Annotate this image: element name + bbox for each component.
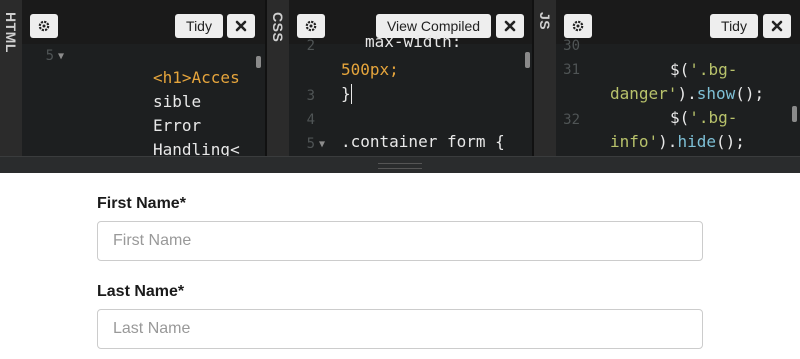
gear-icon bbox=[38, 20, 50, 32]
close-icon bbox=[771, 20, 783, 32]
code-line: Error bbox=[153, 116, 202, 135]
first-name-input[interactable] bbox=[97, 221, 703, 261]
css-pane: CSS View Compiled 2 max-width: 500px; 3 … bbox=[267, 0, 532, 156]
close-icon bbox=[235, 20, 247, 32]
css-scrollbar[interactable] bbox=[525, 52, 530, 68]
line-number: 5 bbox=[45, 48, 54, 64]
line-number: 4 bbox=[306, 112, 315, 128]
js-pane: JS Tidy 30 31 $('.bg- danger').show(); 3… bbox=[534, 0, 800, 156]
css-close-button[interactable] bbox=[496, 14, 524, 38]
gear-icon bbox=[572, 20, 584, 32]
code-line: max-width: bbox=[365, 32, 462, 51]
code-line: <h1>Acces bbox=[153, 68, 240, 87]
html-pane: HTML Tidy 5 ▼ <h1>Acces sible Error Hand… bbox=[0, 0, 265, 156]
html-tidy-button[interactable]: Tidy bbox=[175, 14, 223, 38]
code-line: sible bbox=[153, 92, 202, 111]
code-editor-area: HTML Tidy 5 ▼ <h1>Acces sible Error Hand… bbox=[0, 0, 800, 173]
fold-arrow-icon[interactable]: ▼ bbox=[319, 139, 325, 150]
line-number: 5 bbox=[306, 136, 315, 152]
close-icon bbox=[504, 20, 516, 32]
code-line: $('.bg- bbox=[670, 60, 738, 79]
code-line: info').hide(); bbox=[610, 132, 745, 151]
code-line: 500px; bbox=[341, 60, 399, 79]
css-code-area[interactable]: 2 max-width: 500px; 3 } 4 5 ▼ .container… bbox=[289, 32, 532, 156]
first-name-label: First Name* bbox=[97, 195, 186, 212]
code-line: } bbox=[341, 84, 351, 103]
gear-icon bbox=[305, 20, 317, 32]
js-pane-label[interactable]: JS bbox=[534, 0, 556, 156]
html-code-area[interactable]: 5 ▼ <h1>Acces sible Error Handling< bbox=[22, 44, 265, 156]
last-name-label: Last Name* bbox=[97, 283, 185, 300]
js-pane-toolbar: Tidy bbox=[556, 0, 800, 44]
html-pane-label[interactable]: HTML bbox=[0, 0, 22, 156]
line-number: 3 bbox=[306, 88, 315, 104]
css-settings-button[interactable] bbox=[297, 14, 325, 38]
html-pane-toolbar: Tidy bbox=[22, 0, 265, 44]
text-cursor bbox=[351, 84, 352, 104]
code-line: .container form { bbox=[341, 132, 505, 151]
js-settings-button[interactable] bbox=[564, 14, 592, 38]
line-number: 32 bbox=[563, 112, 580, 128]
editor-resize-handle[interactable] bbox=[0, 156, 800, 173]
html-close-button[interactable] bbox=[227, 14, 255, 38]
last-name-input[interactable] bbox=[97, 309, 703, 349]
js-code-area[interactable]: 30 31 $('.bg- danger').show(); 32 $('.bg… bbox=[556, 38, 800, 156]
html-scrollbar[interactable] bbox=[256, 56, 261, 68]
grip-icon bbox=[378, 163, 422, 169]
line-number: 30 bbox=[563, 38, 580, 54]
html-settings-button[interactable] bbox=[30, 14, 58, 38]
fold-arrow-icon[interactable]: ▼ bbox=[58, 51, 64, 62]
line-number: 2 bbox=[306, 38, 315, 54]
code-line: Handling< bbox=[153, 140, 240, 156]
css-pane-label[interactable]: CSS bbox=[267, 0, 289, 156]
js-close-button[interactable] bbox=[763, 14, 791, 38]
code-line: danger').show(); bbox=[610, 84, 765, 103]
js-tidy-button[interactable]: Tidy bbox=[710, 14, 758, 38]
code-line: $('.bg- bbox=[670, 108, 738, 127]
line-number: 31 bbox=[563, 62, 580, 78]
js-scrollbar[interactable] bbox=[792, 106, 797, 122]
